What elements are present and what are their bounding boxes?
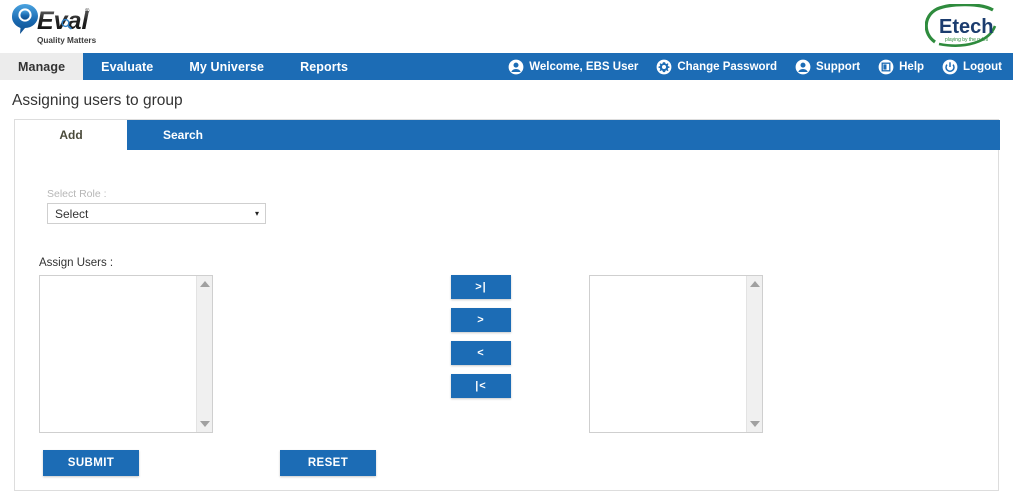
gear-icon [656,59,672,74]
assign-users-label: Assign Users : [39,257,114,269]
power-icon [942,59,958,74]
main-navbar: Manage Evaluate My Universe Reports Welc… [0,53,1013,80]
page-title: Assigning users to group [12,92,183,109]
book-icon [878,59,894,74]
app-root: Eval ® Quality Matters Etech . playing b… [0,0,1013,502]
scroll-up-icon[interactable] [199,281,210,287]
assigned-users-scrollbar[interactable] [746,276,762,432]
nav-tab-reports[interactable]: Reports [282,53,366,80]
reset-button[interactable]: RESET [280,450,376,476]
nav-item-label: Support [816,60,861,73]
move-all-right-button[interactable]: >| [451,275,511,299]
nav-item-support[interactable]: Support [786,59,869,75]
card-tabbar: Add Search [15,120,1000,150]
svg-text:®: ® [85,8,90,15]
svg-text:Quality Matters: Quality Matters [37,36,97,45]
etech-logo-icon: Etech . playing by the rules [924,3,997,47]
nav-tab-my-universe[interactable]: My Universe [171,53,282,80]
move-all-left-button[interactable]: |< [451,374,511,398]
tab-label: Search [162,128,204,142]
assigned-users-list[interactable] [590,276,746,432]
scroll-down-icon[interactable] [199,421,210,427]
available-users-list[interactable] [40,276,196,432]
svg-text:playing by the rules: playing by the rules [945,37,989,43]
nav-item-logout[interactable]: Logout [933,59,1011,75]
available-users-scrollbar[interactable] [196,276,212,432]
nav-tab-label: Reports [300,59,349,74]
nav-item-help[interactable]: Help [869,59,933,75]
svg-text:Etech: Etech [939,16,993,38]
nav-tab-label: Evaluate [101,59,154,74]
select-role-field: Select Role : Select ▾ [47,188,266,224]
move-right-button[interactable]: > [451,308,511,332]
utility-nav: Welcome, EBS User Change Password Suppor… [499,53,1013,80]
nav-tab-evaluate[interactable]: Evaluate [83,53,171,80]
user-icon [795,59,811,74]
select-role-label: Select Role : [47,188,107,200]
nav-item-welcome-user[interactable]: Welcome, EBS User [499,59,647,75]
scroll-down-icon[interactable] [749,421,760,427]
user-icon [508,59,524,74]
etech-logo[interactable]: Etech . playing by the rules [924,3,1001,48]
nav-tab-manage[interactable]: Manage [0,53,84,80]
nav-item-label: Logout [963,60,1002,73]
nav-item-change-password[interactable]: Change Password [647,59,786,75]
chevron-down-icon: ▾ [254,208,259,218]
available-users-listbox[interactable] [39,275,213,433]
move-left-button[interactable]: < [451,341,511,365]
tab-add[interactable]: Add [15,120,127,150]
page-header: Eval ® Quality Matters Etech . playing b… [0,0,1013,53]
nav-item-label: Welcome, EBS User [529,60,639,73]
nav-tab-label: My Universe [189,59,265,74]
qeval-logo[interactable]: Eval ® Quality Matters [8,2,100,50]
assigned-users-listbox[interactable] [589,275,763,433]
select-role-value: Select [55,206,89,221]
scroll-up-icon[interactable] [749,281,760,287]
submit-button[interactable]: SUBMIT [43,450,139,476]
svg-text:.: . [992,28,994,35]
select-role-dropdown[interactable]: Select ▾ [47,203,266,224]
nav-item-label: Change Password [677,60,778,73]
primary-nav: Manage Evaluate My Universe Reports [0,53,366,80]
transfer-button-group: >| > < |< [451,275,511,407]
nav-item-label: Help [899,60,925,73]
content-card: Add Search Select Role : Select ▾ Assign… [14,119,1000,491]
tab-label: Add [59,128,83,142]
nav-tab-label: Manage [18,59,66,74]
qeval-logo-icon: Eval ® Quality Matters [11,4,97,45]
tab-search[interactable]: Search [127,120,239,150]
